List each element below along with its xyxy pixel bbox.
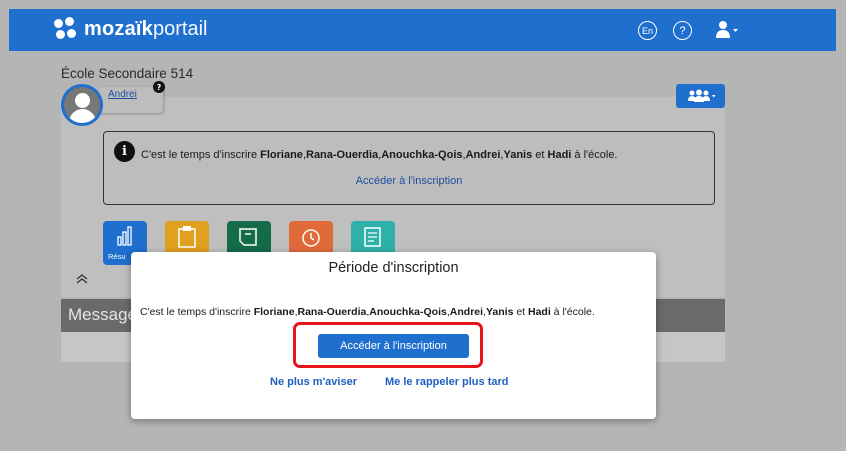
- group-switch-button[interactable]: [676, 84, 725, 108]
- collapse-chevron-icon[interactable]: [76, 273, 88, 287]
- notice-text: C'est le temps d'inscrire Floriane,Rana-…: [141, 149, 618, 161]
- tile-summary-label: Résu: [108, 252, 126, 261]
- logo-text-bold: mozaïk: [84, 17, 154, 40]
- do-not-notify-link[interactable]: Ne plus m'aviser: [270, 376, 357, 388]
- modal-name: Rana-Ouerdia: [297, 306, 367, 318]
- language-toggle-button[interactable]: En: [638, 21, 657, 40]
- registration-modal: Période d'inscription C'est le temps d'i…: [131, 252, 656, 419]
- mozaik-logo[interactable]: mozaïk portail: [54, 17, 208, 41]
- modal-suffix: à l'école.: [550, 306, 595, 318]
- notice-name: Anouchka-Qois: [381, 149, 463, 161]
- registration-notice: i C'est le temps d'inscrire Floriane,Ran…: [103, 131, 715, 205]
- remind-later-link[interactable]: Me le rappeler plus tard: [385, 376, 508, 388]
- user-menu-icon[interactable]: [715, 20, 739, 40]
- avatar-body: [69, 109, 96, 123]
- student-avatar[interactable]: [61, 84, 103, 126]
- notice-suffix: à l'école.: [571, 149, 618, 161]
- clock-icon: [302, 229, 320, 247]
- group-users-icon: [687, 89, 715, 102]
- modal-prefix: C'est le temps d'inscrire: [140, 306, 254, 318]
- student-name-link[interactable]: Andrei: [108, 89, 137, 100]
- notice-prefix: C'est le temps d'inscrire: [141, 149, 261, 161]
- note-icon: [239, 228, 257, 246]
- notice-conjunction: et: [532, 149, 548, 161]
- school-name: École Secondaire 514: [61, 66, 194, 81]
- clipboard-icon: [178, 226, 196, 248]
- logo-mark-icon: [54, 17, 78, 41]
- notice-name: Hadi: [547, 149, 572, 161]
- checklist-icon: [364, 227, 381, 247]
- modal-name: Andrei: [449, 306, 484, 318]
- question-badge-icon[interactable]: ?: [153, 81, 165, 93]
- modal-name: Hadi: [528, 306, 551, 318]
- avatar-head: [75, 93, 90, 108]
- logo-text-light: portail: [153, 17, 208, 40]
- modal-message: C'est le temps d'inscrire Floriane,Rana-…: [140, 306, 595, 318]
- modal-name: Yanis: [485, 306, 514, 318]
- access-registration-button[interactable]: Accéder à l'inscription: [318, 334, 469, 358]
- notice-name: Floriane: [260, 149, 303, 161]
- modal-conjunction: et: [513, 306, 528, 318]
- top-bar: mozaïk portail En ?: [9, 9, 836, 51]
- modal-name: Anouchka-Qois: [369, 306, 447, 318]
- messages-title: Message: [68, 305, 137, 324]
- help-button[interactable]: ?: [673, 21, 692, 40]
- notice-registration-link[interactable]: Accéder à l'inscription: [104, 175, 714, 187]
- notice-name: Andrei: [465, 149, 501, 161]
- notice-name: Yanis: [503, 149, 533, 161]
- bar-chart-icon: [117, 226, 132, 246]
- modal-name: Floriane: [253, 306, 295, 318]
- modal-title: Période d'inscription: [328, 260, 459, 276]
- notice-name: Rana-Ouerdia: [306, 149, 379, 161]
- info-icon: i: [114, 141, 135, 162]
